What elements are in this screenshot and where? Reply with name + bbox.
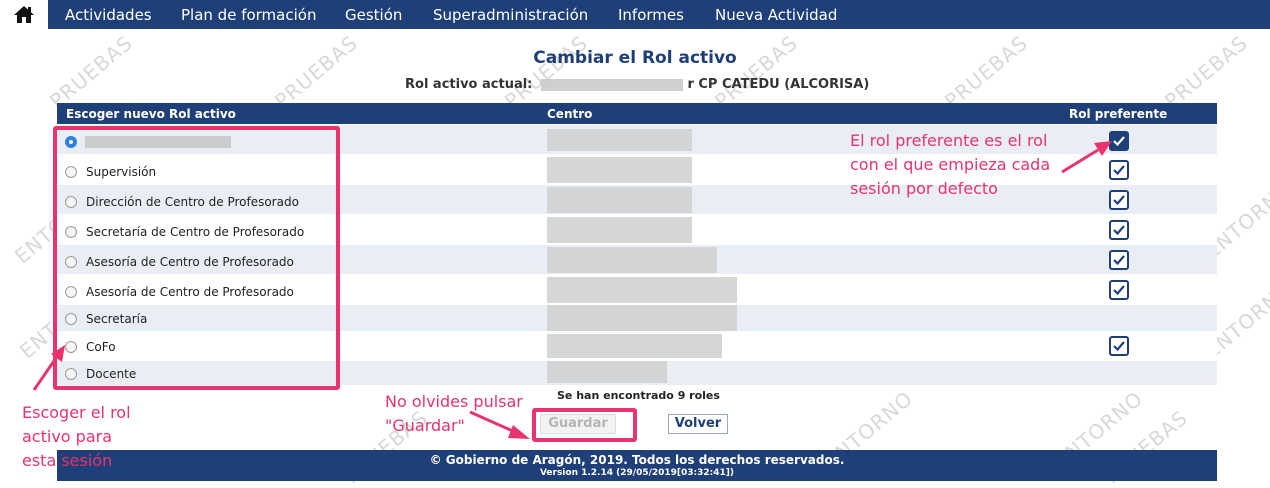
annotation-line: con el que empieza cada (850, 155, 1051, 174)
annotation-line: El rol preferente es el rol (850, 131, 1048, 150)
annotation-line: No olvides pulsar (385, 392, 523, 411)
annotation-arrow (32, 345, 65, 391)
annotation-preferred-note: El rol preferente es el rol con el que e… (850, 129, 1050, 201)
annotation-line: esta sesión (22, 451, 113, 470)
annotation-line: Escoger el rol (22, 403, 131, 422)
annotation-line: sesión por defecto (850, 179, 998, 198)
annotation-line: "Guardar" (385, 416, 465, 435)
annotation-line: activo para (22, 427, 113, 446)
annotation-choose-note: Escoger el rol activo para esta sesión (22, 401, 131, 473)
annotation-arrow (1061, 141, 1112, 174)
annotation-save-note: No olvides pulsar "Guardar" (385, 390, 523, 438)
annotation-arrows (32, 141, 1112, 439)
